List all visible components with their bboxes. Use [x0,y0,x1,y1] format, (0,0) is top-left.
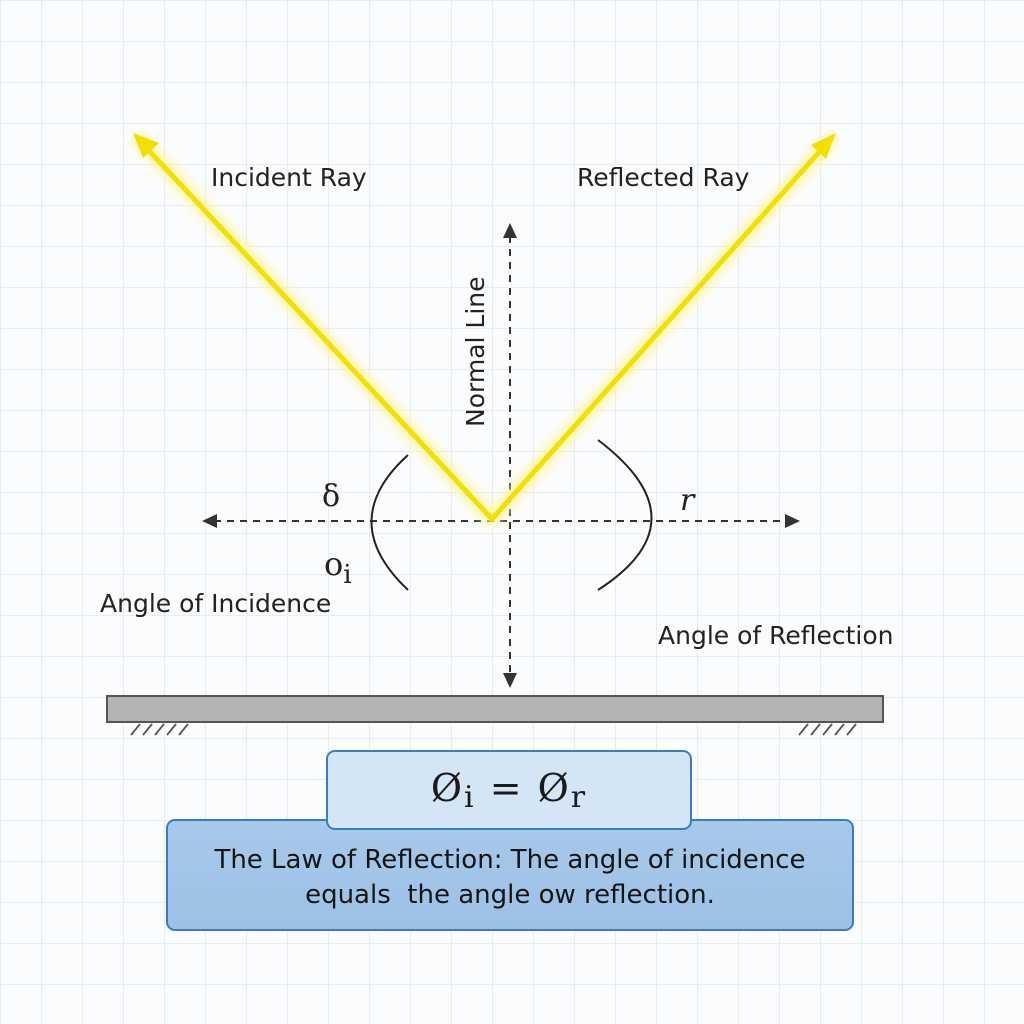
formula-lhs: Ø [430,765,464,810]
law-line-2: equals the angle ow reflection. [305,880,715,910]
incidence-angle-arc [370,454,409,591]
incident-ray-label: Incident Ray [211,163,367,192]
reflected-ray-label: Reflected Ray [577,163,750,192]
formula-box: Øi = Ør [326,750,692,830]
law-line-1: The Law of Reflection: The angle of inci… [214,845,806,875]
incidence-symbol-base: o [324,545,343,583]
normal-line [503,223,517,688]
diagram-canvas: Incident Ray Reflected Ray Normal Line A… [0,0,1024,1024]
formula-rhs: Ø [537,765,571,810]
formula-equals: = [489,765,524,810]
formula: Øi = Ør [431,766,587,815]
law-of-reflection-box: The Law of Reflection: The angle of inci… [166,819,854,931]
angle-of-incidence-label: Angle of Incidence [100,589,331,618]
mirror-surface [106,695,884,736]
reflection-angle-arc [597,439,653,591]
normal-line-label: Normal Line [461,276,490,427]
law-statement: The Law of Reflection: The angle of inci… [180,843,840,913]
incidence-symbol: oi [324,545,352,590]
formula-lhs-subscript: i [464,779,476,815]
mirror-hatch-right [798,723,857,736]
incidence-symbol-subscript: i [343,560,351,590]
reflection-symbol: r [680,483,696,518]
angle-of-reflection-label: Angle of Reflection [658,621,894,650]
formula-rhs-subscript: r [570,779,588,815]
incidence-symbol-top: δ [322,479,340,514]
mirror-hatch-left [130,723,189,736]
